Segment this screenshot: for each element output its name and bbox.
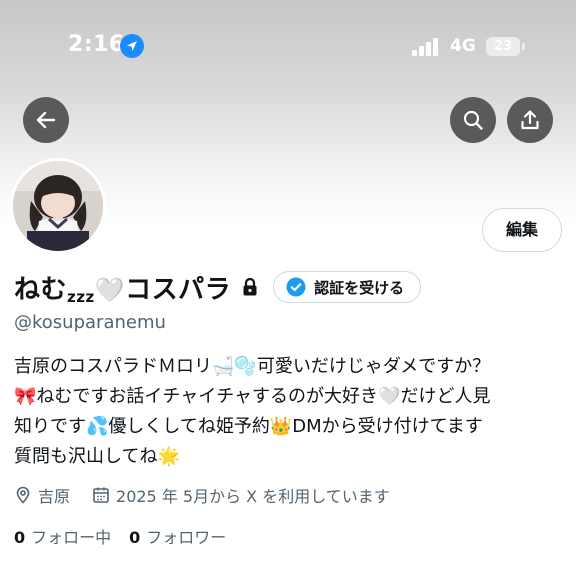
profile-handle: @kosuparanemu <box>14 312 166 333</box>
profile-meta: 吉原 2025 年 5月から X を利用しています <box>14 483 390 507</box>
location-arrow-icon <box>120 34 144 58</box>
following-link[interactable]: 0 フォロー中 <box>14 524 111 548</box>
search-button[interactable] <box>450 97 496 143</box>
display-name-part1: ねむ <box>14 274 68 305</box>
arrow-left-icon <box>36 111 56 129</box>
lock-icon <box>243 277 257 296</box>
network-type: 4G <box>450 36 476 56</box>
status-time: 2:16 <box>68 32 125 57</box>
share-icon <box>521 110 539 130</box>
location-pin-icon <box>16 486 30 504</box>
signal-icon <box>412 38 442 56</box>
followers-link[interactable]: 0 フォロワー <box>129 524 226 548</box>
profile-bio: 吉原のコスパラドＭロリ🛁🫧可愛いだけじゃダメですか？ 🎀ねむですお話イチャイチャ… <box>14 352 570 472</box>
avatar[interactable] <box>10 158 106 254</box>
bio-line: 🎀ねむですお話イチャイチャするのが大好き🤍だけど人見 <box>14 386 491 407</box>
edit-profile-button[interactable]: 編集 <box>482 208 562 252</box>
search-icon <box>463 110 483 130</box>
bio-line: 質問も沢山してね🌟 <box>14 446 180 467</box>
share-button[interactable] <box>507 97 553 143</box>
verified-badge-icon <box>286 277 306 297</box>
followers-label: フォロワー <box>146 528 227 547</box>
profile-name-row: ねむzzz🤍コスパラ 認証を受ける <box>14 267 422 307</box>
sleep-zzz: zzz <box>67 287 95 306</box>
calendar-icon <box>93 487 109 503</box>
following-label: フォロー中 <box>31 528 112 547</box>
follow-stats: 0 フォロー中 0 フォロワー <box>14 524 226 548</box>
profile-location: 吉原 <box>38 487 71 506</box>
get-verified-label: 認証を受ける <box>314 278 405 297</box>
avatar-photo <box>13 161 103 251</box>
status-bar: 2:16 4G 23 <box>0 0 576 90</box>
profile-joined-date: 2025 年 5月から X を利用しています <box>116 487 390 506</box>
following-count: 0 <box>14 528 26 547</box>
display-name-part2: コスパラ <box>125 274 232 305</box>
bio-line: 知りです💦優しくしてね姫予約👑DMから受け付けてます <box>14 416 483 437</box>
bio-line: 吉原のコスパラドＭロリ🛁🫧可愛いだけじゃダメですか？ <box>14 356 491 377</box>
display-name: ねむzzz🤍コスパラ <box>14 269 231 306</box>
back-button[interactable] <box>23 97 69 143</box>
battery-icon: 23 <box>486 37 520 56</box>
battery-tip <box>522 43 525 50</box>
white-heart-icon: 🤍 <box>94 275 126 304</box>
get-verified-button[interactable]: 認証を受ける <box>273 271 422 303</box>
followers-count: 0 <box>129 528 141 547</box>
